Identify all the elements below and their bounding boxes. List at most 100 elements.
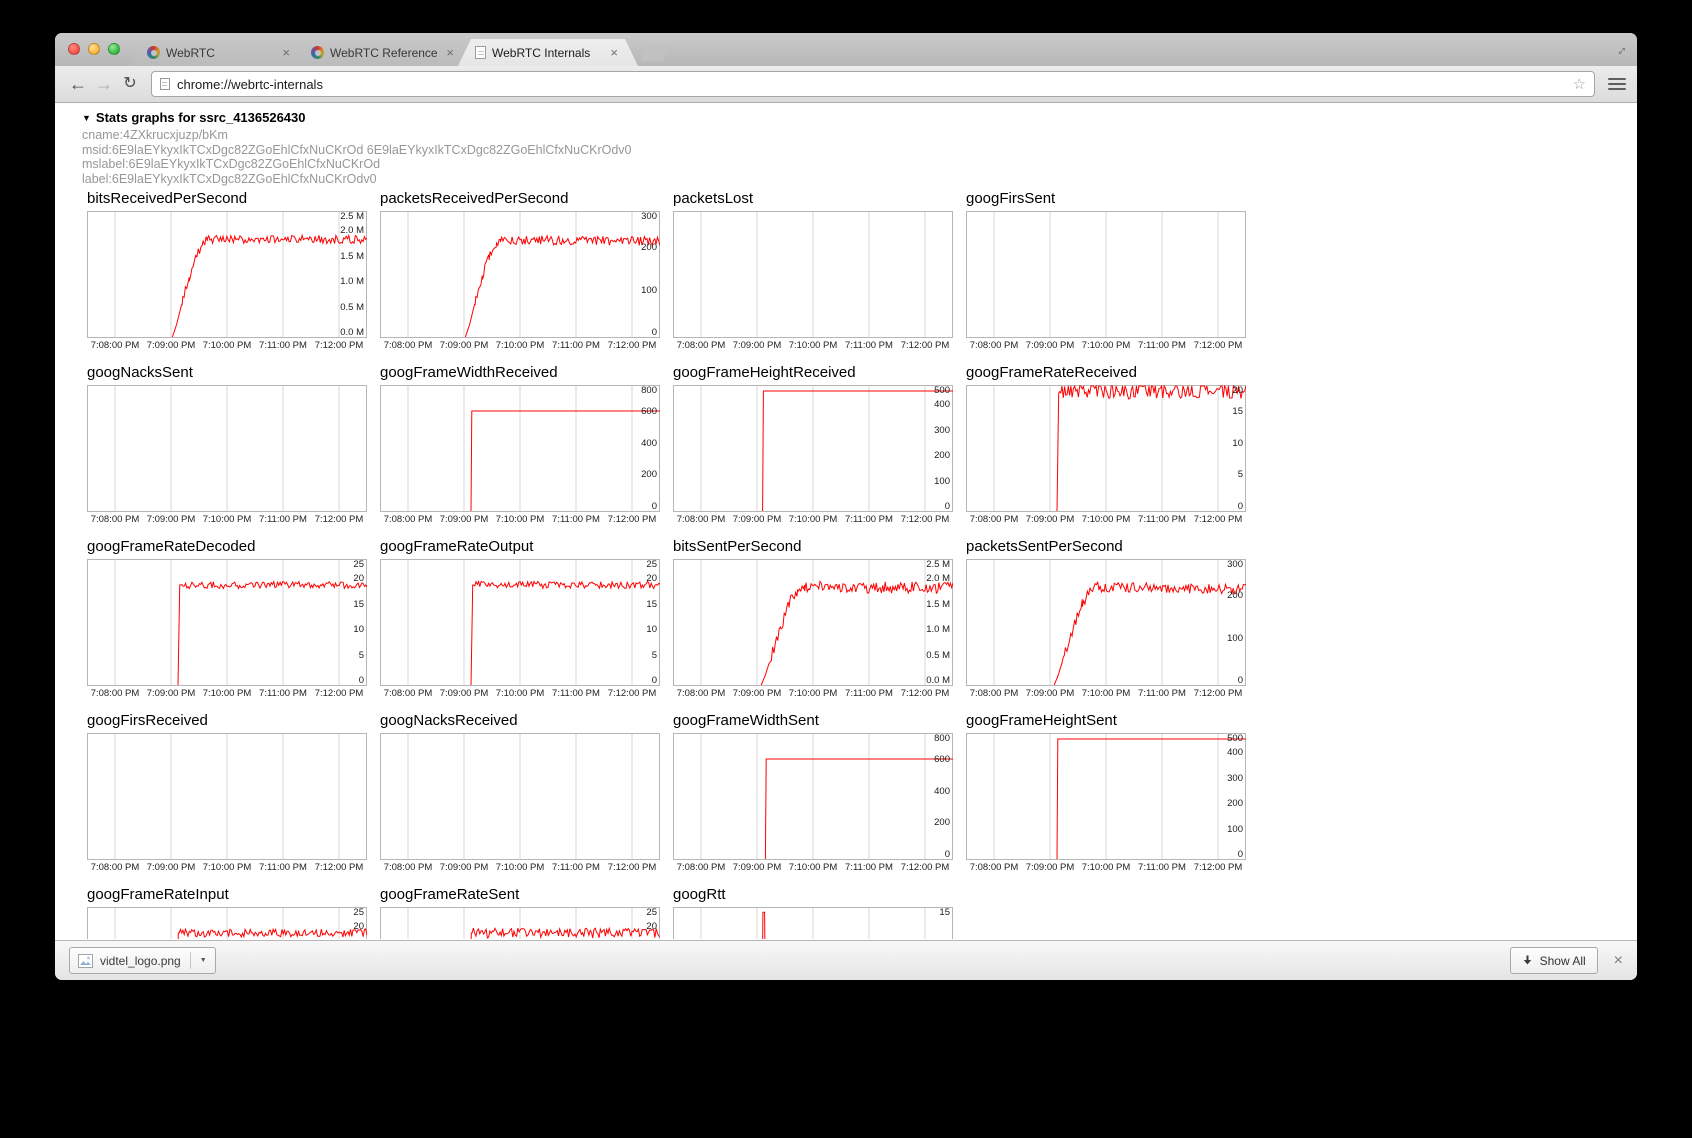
y-axis-label: 5 [359, 650, 364, 661]
window-minimize-button[interactable] [88, 43, 100, 55]
y-axis-label: 100 [934, 476, 950, 487]
x-axis-label: 7:08:00 PM [970, 340, 1019, 351]
show-all-button[interactable]: Show All [1510, 947, 1598, 974]
chart-googFrameHeightReceived: googFrameHeightReceived50040030020010007… [673, 363, 953, 526]
chart-title: googFrameRateInput [87, 885, 367, 905]
x-axis-label: 7:09:00 PM [440, 514, 489, 525]
fullscreen-icon[interactable]: ↔ [1609, 38, 1630, 59]
y-axis-label: 5 [652, 650, 657, 661]
x-axis-label: 7:08:00 PM [384, 688, 433, 699]
chart-plot: 5004003002001000 [966, 733, 1246, 860]
chevron-down-icon[interactable]: ▼ [200, 957, 207, 964]
x-axis-label: 7:09:00 PM [440, 340, 489, 351]
y-axis-label: 200 [641, 242, 657, 253]
chart-title: bitsSentPerSecond [673, 537, 953, 557]
download-arrow-icon [1522, 955, 1533, 967]
x-axis-label: 7:08:00 PM [384, 514, 433, 525]
y-axis-label: 0.0 M [340, 327, 364, 338]
x-axis-label: 7:10:00 PM [1082, 340, 1131, 351]
charts-grid: bitsReceivedPerSecond2.5 M2.0 M1.5 M1.0 … [87, 189, 1637, 939]
x-axis-labels: 7:08:00 PM7:09:00 PM7:10:00 PM7:11:00 PM… [380, 687, 660, 700]
x-axis-label: 7:11:00 PM [259, 514, 307, 525]
window-zoom-button[interactable] [108, 43, 120, 55]
y-axis-label: 600 [641, 406, 657, 417]
chart-googFirsReceived: googFirsReceived7:08:00 PM7:09:00 PM7:10… [87, 711, 367, 874]
collapse-triangle-icon[interactable]: ▼ [82, 113, 91, 123]
y-axis-label: 1.0 M [340, 276, 364, 287]
chart-canvas [380, 385, 660, 512]
x-axis-label: 7:12:00 PM [315, 340, 364, 351]
x-axis-label: 7:10:00 PM [1082, 688, 1131, 699]
menu-button[interactable] [1607, 78, 1627, 90]
chart-canvas [966, 211, 1246, 338]
x-axis-label: 7:12:00 PM [901, 340, 950, 351]
x-axis-labels: 7:08:00 PM7:09:00 PM7:10:00 PM7:11:00 PM… [966, 861, 1246, 874]
forward-button[interactable]: → [91, 71, 117, 97]
y-axis-label: 0 [652, 675, 657, 686]
y-axis-label: 100 [641, 285, 657, 296]
x-axis-label: 7:11:00 PM [1138, 862, 1186, 873]
chart-plot [966, 211, 1246, 338]
x-axis-labels: 7:08:00 PM7:09:00 PM7:10:00 PM7:11:00 PM… [673, 339, 953, 352]
url-bar[interactable]: chrome://webrtc-internals ☆ [151, 71, 1595, 97]
new-tab-button[interactable] [640, 45, 670, 61]
tab-close-icon[interactable]: × [610, 46, 618, 59]
y-axis-label: 20 [1232, 385, 1243, 396]
x-axis-label: 7:09:00 PM [147, 688, 196, 699]
y-axis-label: 400 [934, 399, 950, 410]
x-axis-label: 7:10:00 PM [789, 340, 838, 351]
reload-button[interactable]: ↻ [117, 71, 143, 97]
tab-webrtc[interactable]: WebRTC× [130, 39, 310, 66]
chart-canvas [380, 907, 660, 939]
back-button[interactable]: ← [65, 71, 91, 97]
chart-title: googFrameHeightReceived [673, 363, 953, 383]
stats-meta-line: mslabel:6E9laEYkyxIkTCxDgc82ZGoEhlCfxNuC… [82, 157, 1637, 172]
chart-googFrameRateOutput: googFrameRateOutput25201510507:08:00 PM7… [380, 537, 660, 700]
x-axis-label: 7:10:00 PM [496, 340, 545, 351]
y-axis-label: 300 [641, 211, 657, 222]
y-axis-label: 25 [353, 559, 364, 570]
downloads-close-button[interactable]: × [1614, 953, 1623, 969]
x-axis-label: 7:08:00 PM [677, 340, 726, 351]
bookmark-star-icon[interactable]: ☆ [1573, 75, 1586, 93]
window-controls [68, 43, 120, 55]
chart-plot: 8006004002000 [380, 385, 660, 512]
y-axis-label: 300 [934, 425, 950, 436]
x-axis-label: 7:09:00 PM [1026, 688, 1075, 699]
x-axis-label: 7:11:00 PM [845, 688, 893, 699]
tab-title: WebRTC Internals [492, 46, 604, 60]
x-axis-labels: 7:08:00 PM7:09:00 PM7:10:00 PM7:11:00 PM… [673, 513, 953, 526]
chart-title: googFrameRateOutput [380, 537, 660, 557]
chart-plot [87, 733, 367, 860]
chart-canvas [966, 733, 1246, 860]
chart-googRtt: googRtt1510507:08:00 PM7:09:00 PM7:10:00… [673, 885, 953, 939]
download-item[interactable]: vidtel_logo.png ▼ [69, 947, 216, 974]
window-close-button[interactable] [68, 43, 80, 55]
webrtc-logo-icon [311, 46, 324, 59]
y-axis-label: 0.5 M [926, 650, 950, 661]
chart-title: googFrameRateSent [380, 885, 660, 905]
x-axis-label: 7:09:00 PM [733, 862, 782, 873]
tab-close-icon[interactable]: × [282, 46, 290, 59]
x-axis-label: 7:10:00 PM [1082, 862, 1131, 873]
x-axis-label: 7:11:00 PM [552, 340, 600, 351]
y-axis-label: 1.5 M [340, 251, 364, 262]
tab-webrtc-reference-app[interactable]: WebRTC Reference App× [294, 39, 474, 66]
y-axis-label: 15 [939, 907, 950, 918]
chart-googFrameRateInput: googFrameRateInput25201510507:08:00 PM7:… [87, 885, 367, 939]
y-axis-label: 0.0 M [926, 675, 950, 686]
chart-googFrameWidthReceived: googFrameWidthReceived80060040020007:08:… [380, 363, 660, 526]
tab-close-icon[interactable]: × [446, 46, 454, 59]
chart-googNacksSent: googNacksSent7:08:00 PM7:09:00 PM7:10:00… [87, 363, 367, 526]
chart-plot [380, 733, 660, 860]
chart-plot: 2.5 M2.0 M1.5 M1.0 M0.5 M0.0 M [87, 211, 367, 338]
x-axis-label: 7:12:00 PM [608, 862, 657, 873]
download-filename: vidtel_logo.png [100, 954, 181, 968]
x-axis-label: 7:11:00 PM [552, 688, 600, 699]
x-axis-label: 7:08:00 PM [677, 862, 726, 873]
tab-webrtc-internals[interactable]: WebRTC Internals × [458, 39, 638, 66]
x-axis-labels: 7:08:00 PM7:09:00 PM7:10:00 PM7:11:00 PM… [380, 861, 660, 874]
x-axis-label: 7:10:00 PM [496, 862, 545, 873]
y-axis-label: 1.5 M [926, 599, 950, 610]
x-axis-label: 7:12:00 PM [608, 688, 657, 699]
